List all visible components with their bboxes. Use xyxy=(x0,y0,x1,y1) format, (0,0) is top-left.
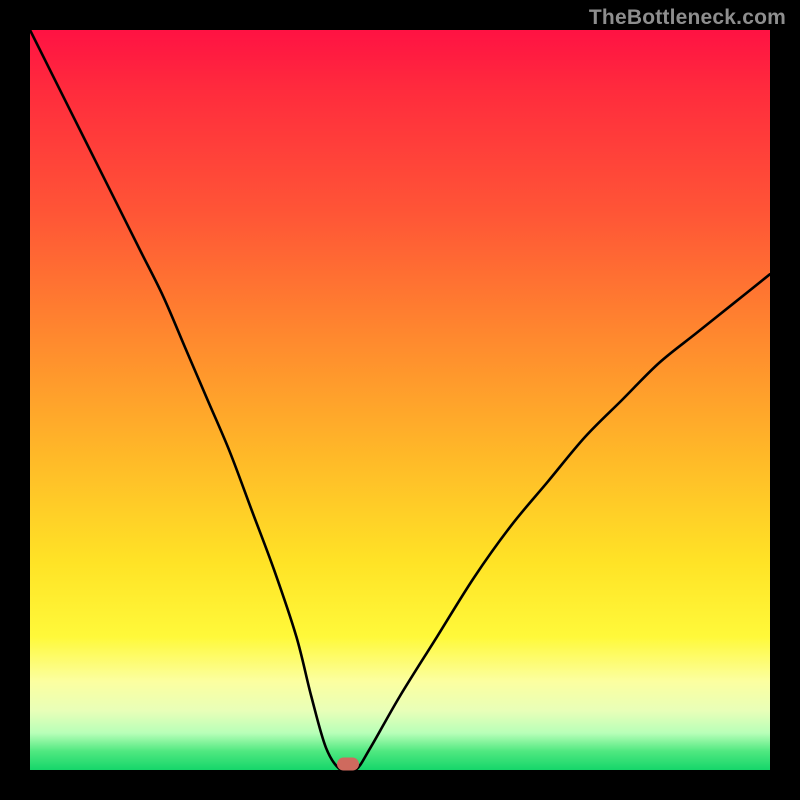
bottleneck-curve-path xyxy=(30,30,770,773)
watermark-text: TheBottleneck.com xyxy=(589,6,786,30)
optimum-marker xyxy=(337,758,359,771)
curve-svg xyxy=(30,30,770,770)
plot-area xyxy=(30,30,770,770)
chart-frame: TheBottleneck.com xyxy=(0,0,800,800)
